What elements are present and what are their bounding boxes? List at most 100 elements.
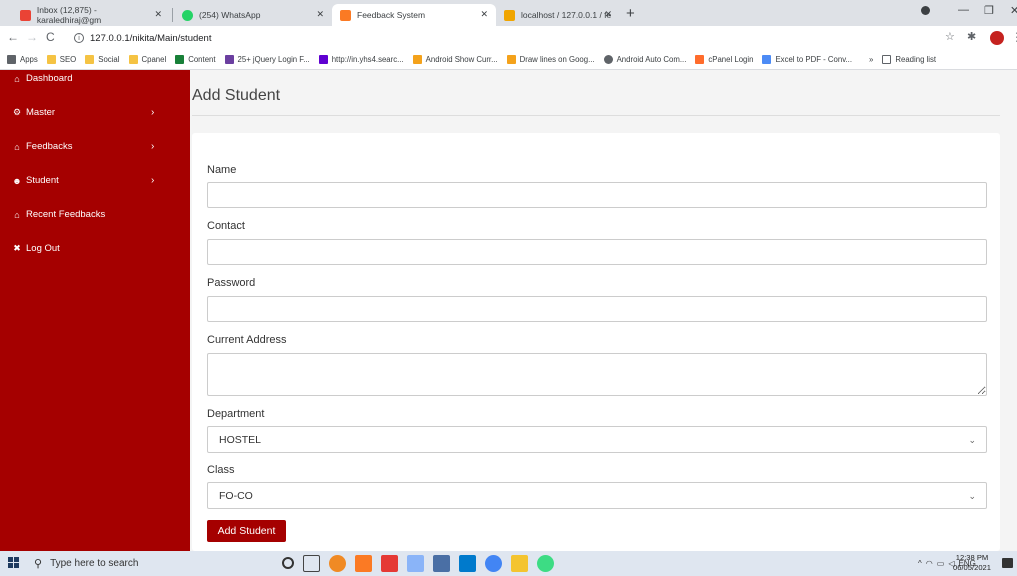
star-icon[interactable]: ☆ xyxy=(945,30,955,43)
menu-icon[interactable]: ⋮ xyxy=(1011,30,1017,44)
bookmark-social[interactable]: Social xyxy=(85,55,120,64)
battery-icon[interactable]: ▭ xyxy=(937,559,945,568)
xampp-icon[interactable] xyxy=(355,555,372,572)
add-student-button[interactable]: Add Student xyxy=(207,520,286,542)
info-icon[interactable]: i xyxy=(74,33,84,43)
sidebar-item-feedbacks[interactable]: ⌂ Feedbacks xyxy=(12,141,72,152)
taskbar-search[interactable]: ⚲ Type here to search xyxy=(34,551,138,576)
tab-whatsapp[interactable]: (254) WhatsApp ✕ xyxy=(174,4,332,26)
folder-icon xyxy=(46,55,56,64)
gc-icon xyxy=(175,55,185,64)
reading-list-label: Reading list xyxy=(895,55,937,64)
window-close-icon[interactable]: ✕ xyxy=(1010,4,1017,17)
yahoo-icon xyxy=(318,55,328,64)
bookmark-android-show[interactable]: Android Show Curr... xyxy=(412,55,498,64)
app-icon[interactable] xyxy=(407,555,424,572)
bookmarks-bar: Apps SEO Social Cpanel Content 25+ jQuer… xyxy=(0,50,1017,70)
name-field[interactable] xyxy=(207,182,987,208)
taskbar-pinned-apps xyxy=(282,555,563,572)
anydesk-icon[interactable] xyxy=(381,555,398,572)
tab-search-icon[interactable] xyxy=(921,6,930,15)
class-select[interactable]: FO-CO ⌄ xyxy=(207,482,987,509)
app-icon[interactable] xyxy=(329,555,346,572)
phpmyadmin-icon xyxy=(504,9,515,21)
maximize-icon[interactable]: ❐ xyxy=(984,4,994,17)
folder-icon xyxy=(128,55,138,64)
close-tab-icon[interactable]: ✕ xyxy=(154,9,162,20)
chevron-up-icon[interactable]: ^ xyxy=(918,559,922,568)
bookmark-content[interactable]: Content xyxy=(175,55,216,64)
bookmark-cpanel-login[interactable]: cPanel Login xyxy=(695,55,753,64)
minimize-icon[interactable]: — xyxy=(958,4,969,16)
bookmark-label: Android Show Curr... xyxy=(425,55,498,64)
jr-icon xyxy=(224,55,234,64)
android-studio-icon[interactable] xyxy=(537,555,554,572)
forward-icon[interactable]: → xyxy=(26,30,38,44)
whatsapp-icon xyxy=(182,9,193,21)
contact-field[interactable] xyxy=(207,239,987,265)
pdf-icon xyxy=(762,55,772,64)
department-select[interactable]: HOSTEL ⌄ xyxy=(207,426,987,453)
reload-icon[interactable]: C xyxy=(46,30,55,44)
password-field[interactable] xyxy=(207,296,987,322)
sidebar-item-label: Recent Feedbacks xyxy=(26,209,106,220)
sidebar-item-label: Log Out xyxy=(26,243,60,254)
class-selected-value: FO-CO xyxy=(219,489,253,502)
url-text: 127.0.0.1/nikita/Main/student xyxy=(90,32,212,44)
close-tab-icon[interactable]: ✕ xyxy=(604,9,612,20)
extensions-icon[interactable]: ✱ xyxy=(967,30,976,43)
close-tab-icon[interactable]: ✕ xyxy=(316,9,324,20)
bookmark-draw-lines[interactable]: Draw lines on Goog... xyxy=(506,55,595,64)
windows-start-icon[interactable] xyxy=(8,557,20,569)
clock-time: 12:38 PM xyxy=(955,553,989,562)
bookmark-label: 25+ jQuery Login F... xyxy=(237,55,310,64)
reading-list-button[interactable]: Reading list xyxy=(882,55,936,64)
sidebar-item-student[interactable]: ☻ Student xyxy=(12,175,59,186)
profile-avatar[interactable] xyxy=(990,31,1004,45)
network-icon[interactable]: ◠ xyxy=(926,559,933,568)
sidebar-item-master[interactable]: ⚙ Master xyxy=(12,107,55,118)
bookmark-yahoo-search[interactable]: http://in.yhs4.searc... xyxy=(318,55,404,64)
bookmark-excel-pdf[interactable]: Excel to PDF - Conv... xyxy=(762,55,852,64)
tab-gmail[interactable]: Inbox (12,875) - karaledhiraj@gm ✕ xyxy=(12,4,170,26)
chevron-down-icon: ⌄ xyxy=(968,435,976,445)
close-tab-icon[interactable]: ✕ xyxy=(480,9,488,20)
tab-phpmyadmin[interactable]: localhost / 127.0.0.1 / feedback / ✕ xyxy=(496,4,620,26)
cortana-icon[interactable] xyxy=(282,557,294,569)
tab-title: Feedback System xyxy=(357,10,426,20)
chevron-down-icon: ⌄ xyxy=(968,491,976,501)
sidebar-item-recent-feedbacks[interactable]: ⌂ Recent Feedbacks xyxy=(12,209,105,220)
tab-feedback-system[interactable]: Feedback System ✕ xyxy=(332,4,496,26)
app-icon[interactable] xyxy=(433,555,450,572)
institution-icon: ⌂ xyxy=(14,209,20,220)
home-icon: ⌂ xyxy=(14,73,20,84)
bookmark-jquery-login[interactable]: 25+ jQuery Login F... xyxy=(224,55,310,64)
task-view-icon[interactable] xyxy=(303,555,320,572)
new-tab-icon[interactable]: + xyxy=(626,5,635,22)
bookmark-cpanel[interactable]: Cpanel xyxy=(128,55,166,64)
chevron-right-icon: › xyxy=(151,141,155,152)
gmail-icon xyxy=(20,9,31,21)
bookmark-apps[interactable]: Apps xyxy=(7,55,38,64)
back-icon[interactable]: ← xyxy=(7,30,19,44)
search-placeholder: Type here to search xyxy=(50,558,139,569)
sidebar-item-dashboard[interactable]: ⌂ Dashboard xyxy=(12,73,72,84)
chrome-icon[interactable] xyxy=(485,555,502,572)
address-label: Current Address xyxy=(207,334,287,346)
vscode-icon[interactable] xyxy=(459,555,476,572)
taskbar-clock[interactable]: 12:38 PM 06/05/2021 xyxy=(953,553,991,573)
bookmark-label: Content xyxy=(188,55,216,64)
address-field[interactable] xyxy=(207,353,987,396)
notifications-icon[interactable] xyxy=(1002,558,1013,568)
bookmark-android-auto[interactable]: Android Auto Com... xyxy=(603,55,686,64)
contact-label: Contact xyxy=(207,220,245,232)
bookmark-label: Excel to PDF - Conv... xyxy=(775,55,853,64)
more-bookmarks-button[interactable]: » xyxy=(869,55,873,64)
page-title: Add Student xyxy=(192,87,281,104)
sidebar-item-logout[interactable]: ✖ Log Out xyxy=(12,243,60,254)
url-field[interactable]: i 127.0.0.1/nikita/Main/student xyxy=(74,30,211,46)
class-label: Class xyxy=(207,464,235,476)
file-explorer-icon[interactable] xyxy=(511,555,528,572)
bookmark-seo[interactable]: SEO xyxy=(46,55,76,64)
password-label: Password xyxy=(207,277,256,289)
